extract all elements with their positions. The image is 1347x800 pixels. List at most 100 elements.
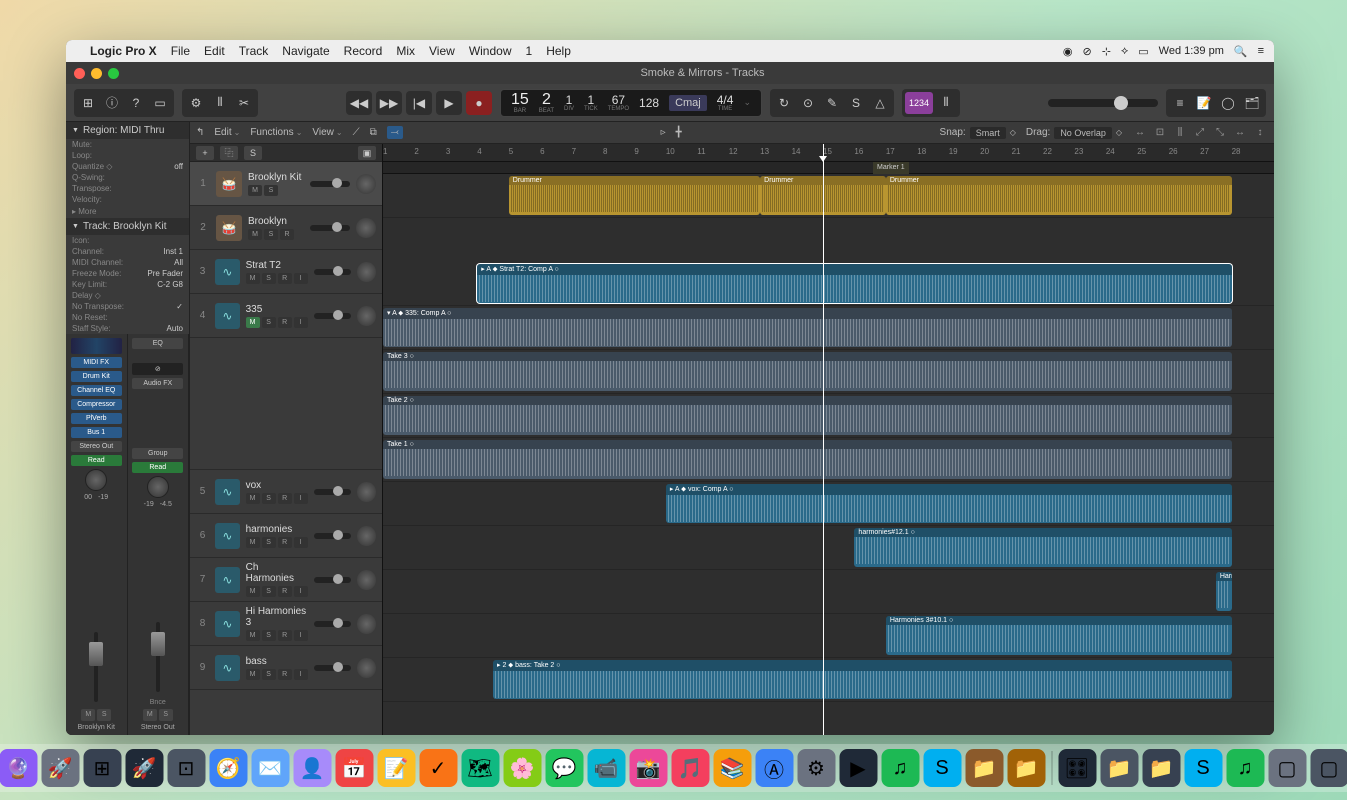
zoom-icon-2[interactable]: ⊡ <box>1152 126 1168 140</box>
track-m-button[interactable]: M <box>246 669 260 680</box>
marker-lane[interactable]: Marker 1 <box>383 162 1274 174</box>
dock-item-skype2[interactable]: S <box>1184 749 1222 787</box>
tuner-button[interactable]: ⫴ <box>935 92 957 114</box>
track-icon[interactable]: ∿ <box>215 259 239 285</box>
track-volume-slider[interactable] <box>314 665 352 671</box>
pan-knob-out[interactable] <box>147 476 169 498</box>
track-icon[interactable]: 🥁 <box>216 215 242 241</box>
region-inspector-header[interactable]: Region: MIDI Thru <box>66 122 189 139</box>
region[interactable]: ▾ A ⬥ 335: Comp A ○ <box>383 308 1232 347</box>
track-icon[interactable]: ∿ <box>215 523 239 549</box>
output-slot[interactable]: Stereo Out <box>71 441 122 452</box>
track-m-button[interactable]: M <box>246 630 260 641</box>
track-name[interactable]: Brooklyn <box>248 216 304 227</box>
track-header[interactable]: 1 🥁 Brooklyn Kit MS <box>190 162 382 206</box>
dock-item-skype[interactable]: S <box>923 749 961 787</box>
eq-thumbnail[interactable] <box>71 338 122 354</box>
play-button[interactable]: ▶ <box>436 91 462 115</box>
track-header[interactable]: 6 ∿ harmonies MSRI <box>190 514 382 558</box>
track-r-button[interactable]: R <box>278 273 292 284</box>
automation-mode-out[interactable]: Read <box>132 462 183 473</box>
mute-button-out[interactable]: M <box>143 709 157 721</box>
region-param-row[interactable]: Mute: <box>66 139 189 150</box>
track-s-button[interactable]: S <box>262 317 276 328</box>
track-header[interactable]: 8 ∿ Hi Harmonies 3 MSRI <box>190 602 382 646</box>
track-volume-slider[interactable] <box>314 533 352 539</box>
back-icon[interactable]: ↰ <box>196 127 204 138</box>
more-toggle[interactable]: ▸ More <box>66 205 189 218</box>
track-param-row[interactable]: Key Limit:C-2 G8 <box>66 279 189 290</box>
drag-select[interactable]: No Overlap <box>1054 127 1112 139</box>
track-header[interactable]: 5 ∿ vox MSRI <box>190 470 382 514</box>
pan-knob[interactable] <box>85 469 107 491</box>
region-param-row[interactable]: Transpose: <box>66 183 189 194</box>
zoom-v-icon[interactable]: ↕ <box>1252 126 1268 140</box>
forward-button[interactable]: ▶▶ <box>376 91 402 115</box>
menu-help[interactable]: Help <box>546 44 571 58</box>
dock-item-folder2[interactable]: 📁 <box>1007 749 1045 787</box>
catch-button[interactable]: ▣ <box>358 146 376 160</box>
track-i-button[interactable]: I <box>294 586 308 597</box>
audiofx-label[interactable]: Audio FX <box>132 378 183 389</box>
eq-slot[interactable]: EQ <box>132 338 183 349</box>
dock-item-missioncontrol[interactable]: ⊞ <box>83 749 121 787</box>
region[interactable]: ▸ A ⬥ Strat T2: Comp A ○ <box>477 264 1231 303</box>
loops-button[interactable]: ◯ <box>1217 92 1239 114</box>
dock-item-mail[interactable]: ✉️ <box>251 749 289 787</box>
track-name[interactable]: Ch Harmonies <box>246 562 308 584</box>
dock-item-folder1[interactable]: 📁 <box>965 749 1003 787</box>
solo-button[interactable]: S <box>97 709 111 721</box>
bluetooth-icon[interactable]: ⊹ <box>1102 45 1111 58</box>
metronome-button[interactable]: △ <box>869 92 891 114</box>
dock-item-ibooks[interactable]: 📚 <box>713 749 751 787</box>
dock-item-preferences[interactable]: ⚙ <box>797 749 835 787</box>
dock-item-dashboard[interactable]: ⊡ <box>167 749 205 787</box>
track-name[interactable]: Brooklyn Kit <box>248 172 304 183</box>
track-param-row[interactable]: MIDI Channel:All <box>66 257 189 268</box>
track-i-button[interactable]: I <box>294 317 308 328</box>
region-header[interactable]: Take 2 ○ <box>383 396 1232 405</box>
menu-edit[interactable]: Edit <box>204 44 225 58</box>
track-s-button[interactable]: S <box>262 493 276 504</box>
window-zoom-button[interactable] <box>108 68 119 79</box>
audiofx-slot-2[interactable]: Compressor <box>71 399 122 410</box>
track-name[interactable]: bass <box>246 656 308 667</box>
track-i-button[interactable]: I <box>294 630 308 641</box>
count-in-button[interactable]: 1234 <box>905 92 933 114</box>
dock-item-itunes[interactable]: 🎵 <box>671 749 709 787</box>
volume-fader[interactable] <box>94 632 98 702</box>
region-header[interactable]: Drummer <box>886 176 1232 185</box>
track-param-row[interactable]: Freeze Mode:Pre Fader <box>66 268 189 279</box>
dock-item-messages[interactable]: 💬 <box>545 749 583 787</box>
dock-item-facetime[interactable]: 📹 <box>587 749 625 787</box>
track-pan-knob[interactable] <box>357 570 376 590</box>
smart-controls-button[interactable]: ⚙ <box>185 92 207 114</box>
track-pan-knob[interactable] <box>357 614 376 634</box>
menu-mix[interactable]: Mix <box>396 44 415 58</box>
dock-item-photobooth[interactable]: 📸 <box>629 749 667 787</box>
marquee-tool-icon[interactable]: ╋ <box>676 127 682 138</box>
track-m-button[interactable]: M <box>246 537 260 548</box>
track-m-button[interactable]: M <box>246 273 260 284</box>
region[interactable]: Harmonies 3#10.1 ○ <box>886 616 1232 655</box>
track-header[interactable]: 3 ∿ Strat T2 MSRI <box>190 250 382 294</box>
cycle-button[interactable]: ↻ <box>773 92 795 114</box>
dock-item-calendar[interactable]: 📅 <box>335 749 373 787</box>
library-button[interactable]: ⊞ <box>77 92 99 114</box>
rewind-button[interactable]: ◀◀ <box>346 91 372 115</box>
region-header[interactable]: ▾ A ⬥ 335: Comp A ○ <box>383 308 1232 319</box>
track-icon[interactable]: ∿ <box>215 655 239 681</box>
track-i-button[interactable]: I <box>294 669 308 680</box>
menu-track[interactable]: Track <box>239 44 269 58</box>
track-s-button[interactable]: S <box>262 273 276 284</box>
record-button[interactable]: ● <box>466 91 492 115</box>
menu-record[interactable]: Record <box>344 44 383 58</box>
toolbar-button[interactable]: ▭ <box>149 92 171 114</box>
region[interactable]: Take 3 ○ <box>383 352 1232 391</box>
flex-icon[interactable]: ⧉ <box>370 127 377 138</box>
dock-item-logic[interactable]: 🎛 <box>1058 749 1096 787</box>
track-volume-slider[interactable] <box>314 269 352 275</box>
region-header[interactable]: ▸ A ⬥ vox: Comp A ○ <box>666 484 1232 495</box>
track-r-button[interactable]: R <box>280 229 294 240</box>
track-s-button[interactable]: S <box>264 229 278 240</box>
